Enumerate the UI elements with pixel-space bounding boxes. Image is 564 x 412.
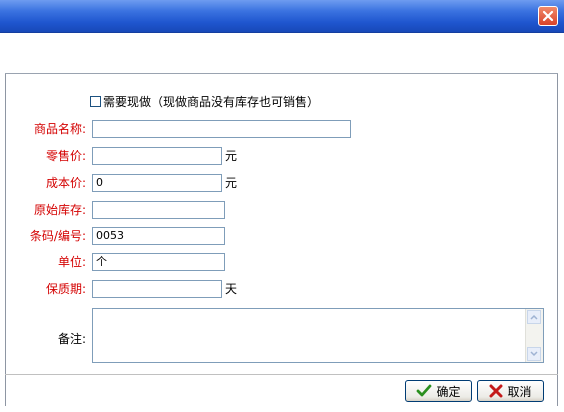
chevron-up-icon: [530, 314, 538, 320]
barcode-label: 条码/编号:: [29, 229, 86, 243]
close-button[interactable]: [538, 6, 558, 26]
scroll-down-button[interactable]: [527, 347, 541, 361]
cancel-button-label: 取消: [507, 384, 532, 399]
x-mark-icon: [489, 384, 503, 398]
scroll-up-button[interactable]: [527, 310, 541, 324]
remarks-label: 备注:: [57, 332, 86, 346]
ok-button[interactable]: 确定: [405, 380, 472, 402]
made-to-order-checkbox[interactable]: [90, 96, 101, 107]
title-bar: [0, 0, 564, 33]
ok-button-label: 确定: [436, 384, 461, 399]
cost-price-unit: 元: [225, 176, 238, 190]
product-name-input[interactable]: [92, 120, 351, 138]
footer-divider: [5, 374, 558, 375]
initial-stock-input[interactable]: [92, 201, 225, 219]
made-to-order-label[interactable]: 需要现做（现做商品没有库存也可销售）: [103, 93, 319, 111]
cost-price-input[interactable]: 0: [92, 174, 222, 192]
initial-stock-label: 原始库存:: [33, 203, 86, 217]
remarks-scrollbar[interactable]: [525, 309, 543, 362]
cancel-button[interactable]: 取消: [477, 380, 544, 402]
shelf-life-input[interactable]: [92, 280, 222, 298]
shelf-life-unit: 天: [225, 282, 238, 296]
retail-price-unit: 元: [225, 149, 238, 163]
cost-price-label: 成本价:: [45, 176, 86, 190]
chevron-down-icon: [530, 351, 538, 357]
retail-price-input[interactable]: [92, 147, 222, 165]
checkmark-icon: [417, 384, 432, 397]
barcode-input[interactable]: 0053: [92, 227, 225, 245]
dialog-header-area: [5, 33, 558, 74]
remarks-textarea[interactable]: [92, 308, 544, 363]
product-name-label: 商品名称:: [33, 122, 86, 136]
unit-label: 单位:: [57, 255, 86, 269]
unit-input[interactable]: 个: [92, 253, 225, 271]
close-x-icon: [542, 10, 554, 22]
retail-price-label: 零售价:: [45, 149, 86, 163]
shelf-life-label: 保质期:: [45, 282, 86, 296]
